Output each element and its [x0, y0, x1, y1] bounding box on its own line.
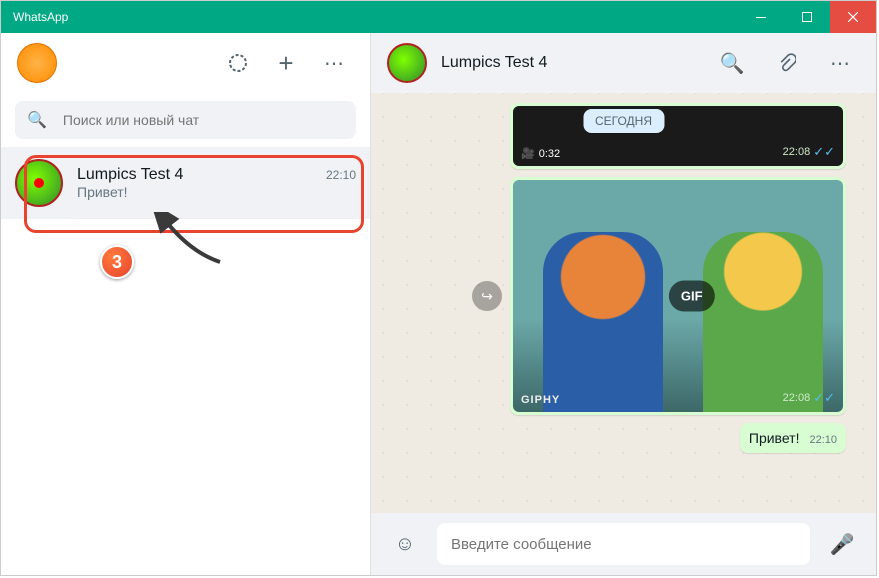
my-avatar[interactable] [17, 43, 57, 83]
sidebar: + ⋯ 🔍 Lumpics Test 4 22:10 Привет! [1, 33, 371, 575]
chat-preview: Привет! [77, 184, 356, 200]
gif-time: 22:08 [783, 392, 811, 404]
chat-header-avatar[interactable] [387, 43, 427, 83]
chat-menu-icon[interactable]: ⋯ [820, 43, 860, 83]
chat-name: Lumpics Test 4 [77, 166, 183, 184]
video-message[interactable]: 🎥 0:32 22:08✓✓ [510, 103, 846, 169]
chat-list-item[interactable]: Lumpics Test 4 22:10 Привет! [1, 147, 370, 219]
mic-icon[interactable]: 🎤 [822, 524, 862, 564]
status-icon[interactable] [218, 43, 258, 83]
gif-badge: GIF [669, 281, 715, 312]
video-time: 22:08 [783, 146, 811, 158]
gif-source: GIPHY [521, 394, 560, 406]
search-in-chat-icon[interactable]: 🔍 [712, 43, 752, 83]
forward-icon[interactable]: ↪ [472, 281, 502, 311]
search-box[interactable]: 🔍 [15, 101, 356, 139]
emoji-icon[interactable]: ☺ [385, 524, 425, 564]
conversation-panel: Lumpics Test 4 🔍 ⋯ СЕГОДНЯ 🎥0:32 22:08✓✓… [371, 33, 876, 575]
checks-icon: ✓✓ [813, 390, 835, 406]
date-separator: СЕГОДНЯ [583, 109, 664, 133]
attach-icon[interactable] [766, 43, 806, 83]
search-input[interactable] [63, 112, 344, 128]
search-icon: 🔍 [27, 110, 47, 130]
chat-time: 22:10 [326, 168, 356, 182]
minimize-button[interactable] [738, 1, 784, 33]
message-input-box[interactable] [437, 523, 810, 565]
video-icon: 🎥 [521, 147, 535, 160]
text-message[interactable]: Привет! 22:10 [740, 423, 846, 453]
checks-icon: ✓✓ [813, 144, 835, 160]
titlebar: WhatsApp [1, 1, 876, 33]
message-text: Привет! [749, 430, 800, 446]
gif-message[interactable]: ↪ GIF GIPHY 22:08✓✓ [510, 177, 846, 415]
menu-icon[interactable]: ⋯ [314, 43, 354, 83]
maximize-button[interactable] [784, 1, 830, 33]
close-button[interactable] [830, 1, 876, 33]
new-chat-icon[interactable]: + [266, 43, 306, 83]
message-input[interactable] [451, 536, 796, 553]
chat-header-name[interactable]: Lumpics Test 4 [441, 54, 698, 72]
video-duration: 0:32 [539, 148, 560, 160]
message-time: 22:10 [809, 434, 837, 446]
annotation-step: 3 [100, 245, 134, 279]
contact-avatar [15, 159, 63, 207]
window-title: WhatsApp [1, 10, 738, 24]
